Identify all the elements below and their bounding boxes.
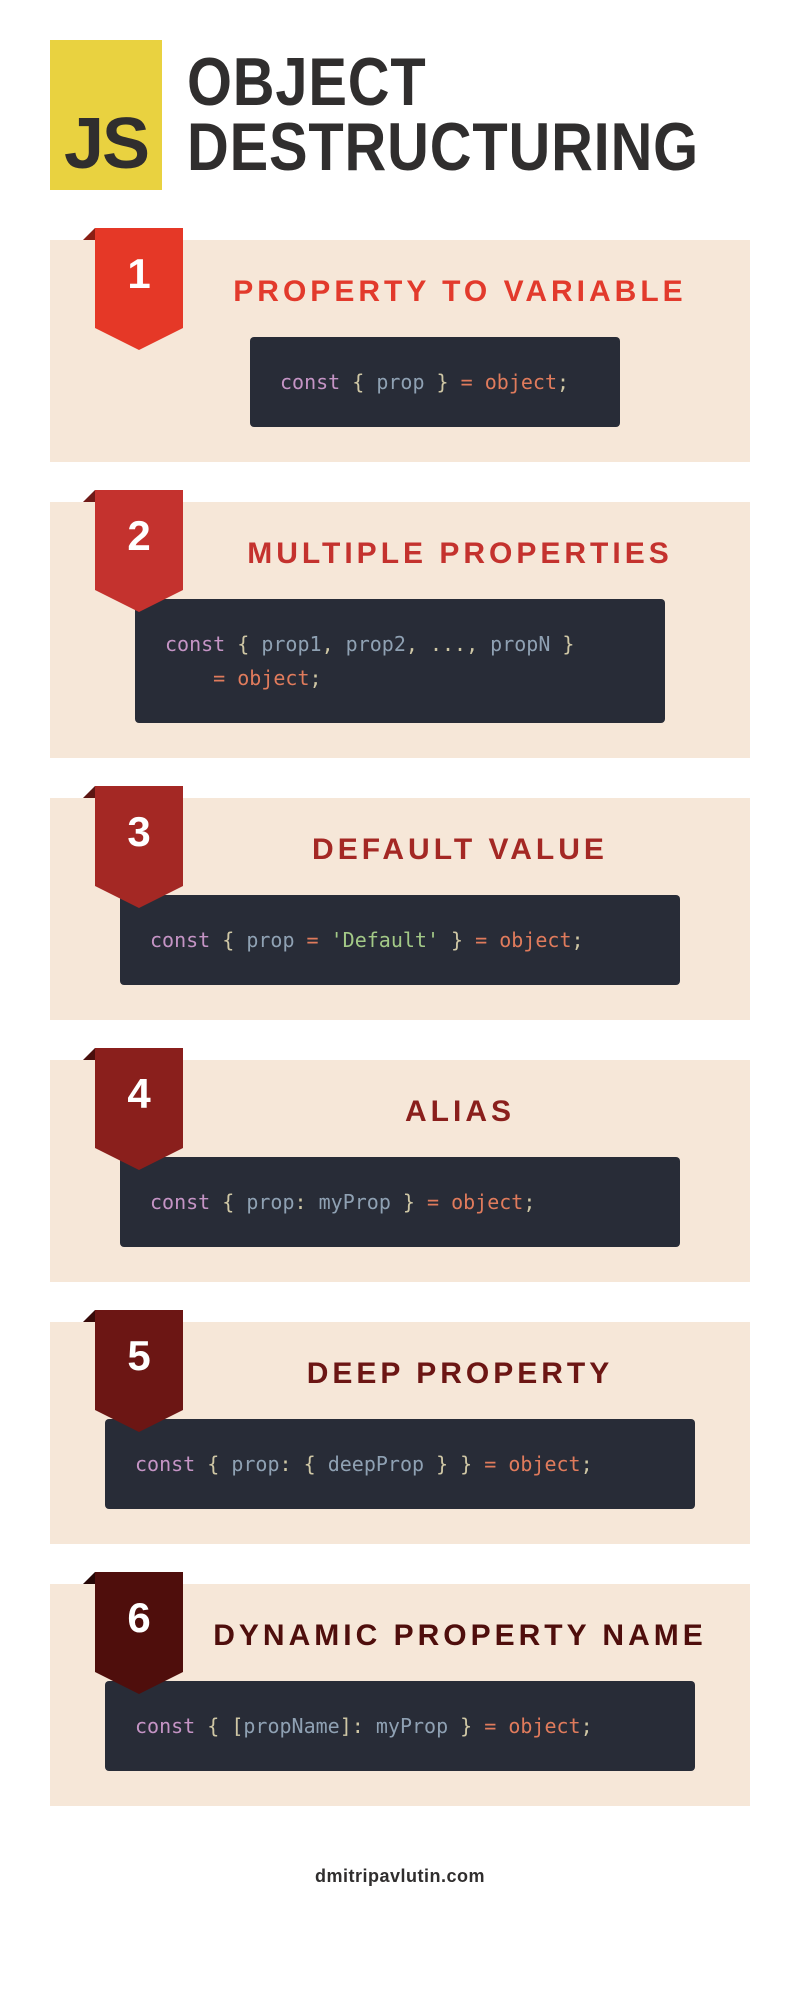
badge-1: 1: [95, 228, 183, 328]
section-3: 3 DEFAULT VALUE const { prop = 'Default'…: [50, 798, 750, 1020]
ribbon-fold-icon: [83, 490, 95, 502]
badge-number: 2: [95, 490, 183, 590]
code-block-4: const { prop: myProp } = object;: [120, 1157, 680, 1247]
section-title-3: DEFAULT VALUE: [90, 828, 710, 867]
badge-2: 2: [95, 490, 183, 590]
js-logo-icon: JS: [50, 40, 162, 190]
ribbon-fold-icon: [83, 1048, 95, 1060]
page-title: OBJECT DESTRUCTURING: [187, 50, 699, 179]
section-4: 4 ALIAS const { prop: myProp } = object;: [50, 1060, 750, 1282]
code-block-1: const { prop } = object;: [250, 337, 620, 427]
badge-number: 6: [95, 1572, 183, 1672]
badge-number: 1: [95, 228, 183, 328]
badge-5: 5: [95, 1310, 183, 1410]
section-1: 1 PROPERTY TO VARIABLE const { prop } = …: [50, 240, 750, 462]
code-block-6: const { [propName]: myProp } = object;: [105, 1681, 695, 1771]
section-2: 2 MULTIPLE PROPERTIES const { prop1, pro…: [50, 502, 750, 758]
badge-6: 6: [95, 1572, 183, 1672]
badge-3: 3: [95, 786, 183, 886]
badge-number: 4: [95, 1048, 183, 1148]
title-line-1: OBJECT: [187, 50, 699, 115]
code-block-5: const { prop: { deepProp } } = object;: [105, 1419, 695, 1509]
header: JS OBJECT DESTRUCTURING: [50, 40, 750, 190]
badge-number: 3: [95, 786, 183, 886]
section-title-1: PROPERTY TO VARIABLE: [90, 270, 710, 309]
section-title-4: ALIAS: [90, 1090, 710, 1129]
badge-4: 4: [95, 1048, 183, 1148]
ribbon-fold-icon: [83, 228, 95, 240]
section-title-6: DYNAMIC PROPERTY NAME: [90, 1614, 710, 1653]
logo-text: JS: [64, 108, 148, 180]
section-5: 5 DEEP PROPERTY const { prop: { deepProp…: [50, 1322, 750, 1544]
ribbon-fold-icon: [83, 1310, 95, 1322]
ribbon-fold-icon: [83, 1572, 95, 1584]
ribbon-fold-icon: [83, 786, 95, 798]
code-block-3: const { prop = 'Default' } = object;: [120, 895, 680, 985]
footer-credit: dmitripavlutin.com: [50, 1866, 750, 1887]
code-block-2: const { prop1, prop2, ..., propN } = obj…: [135, 599, 665, 723]
section-6: 6 DYNAMIC PROPERTY NAME const { [propNam…: [50, 1584, 750, 1806]
badge-number: 5: [95, 1310, 183, 1410]
title-line-2: DESTRUCTURING: [187, 115, 699, 180]
section-title-5: DEEP PROPERTY: [90, 1352, 710, 1391]
section-title-2: MULTIPLE PROPERTIES: [90, 532, 710, 571]
